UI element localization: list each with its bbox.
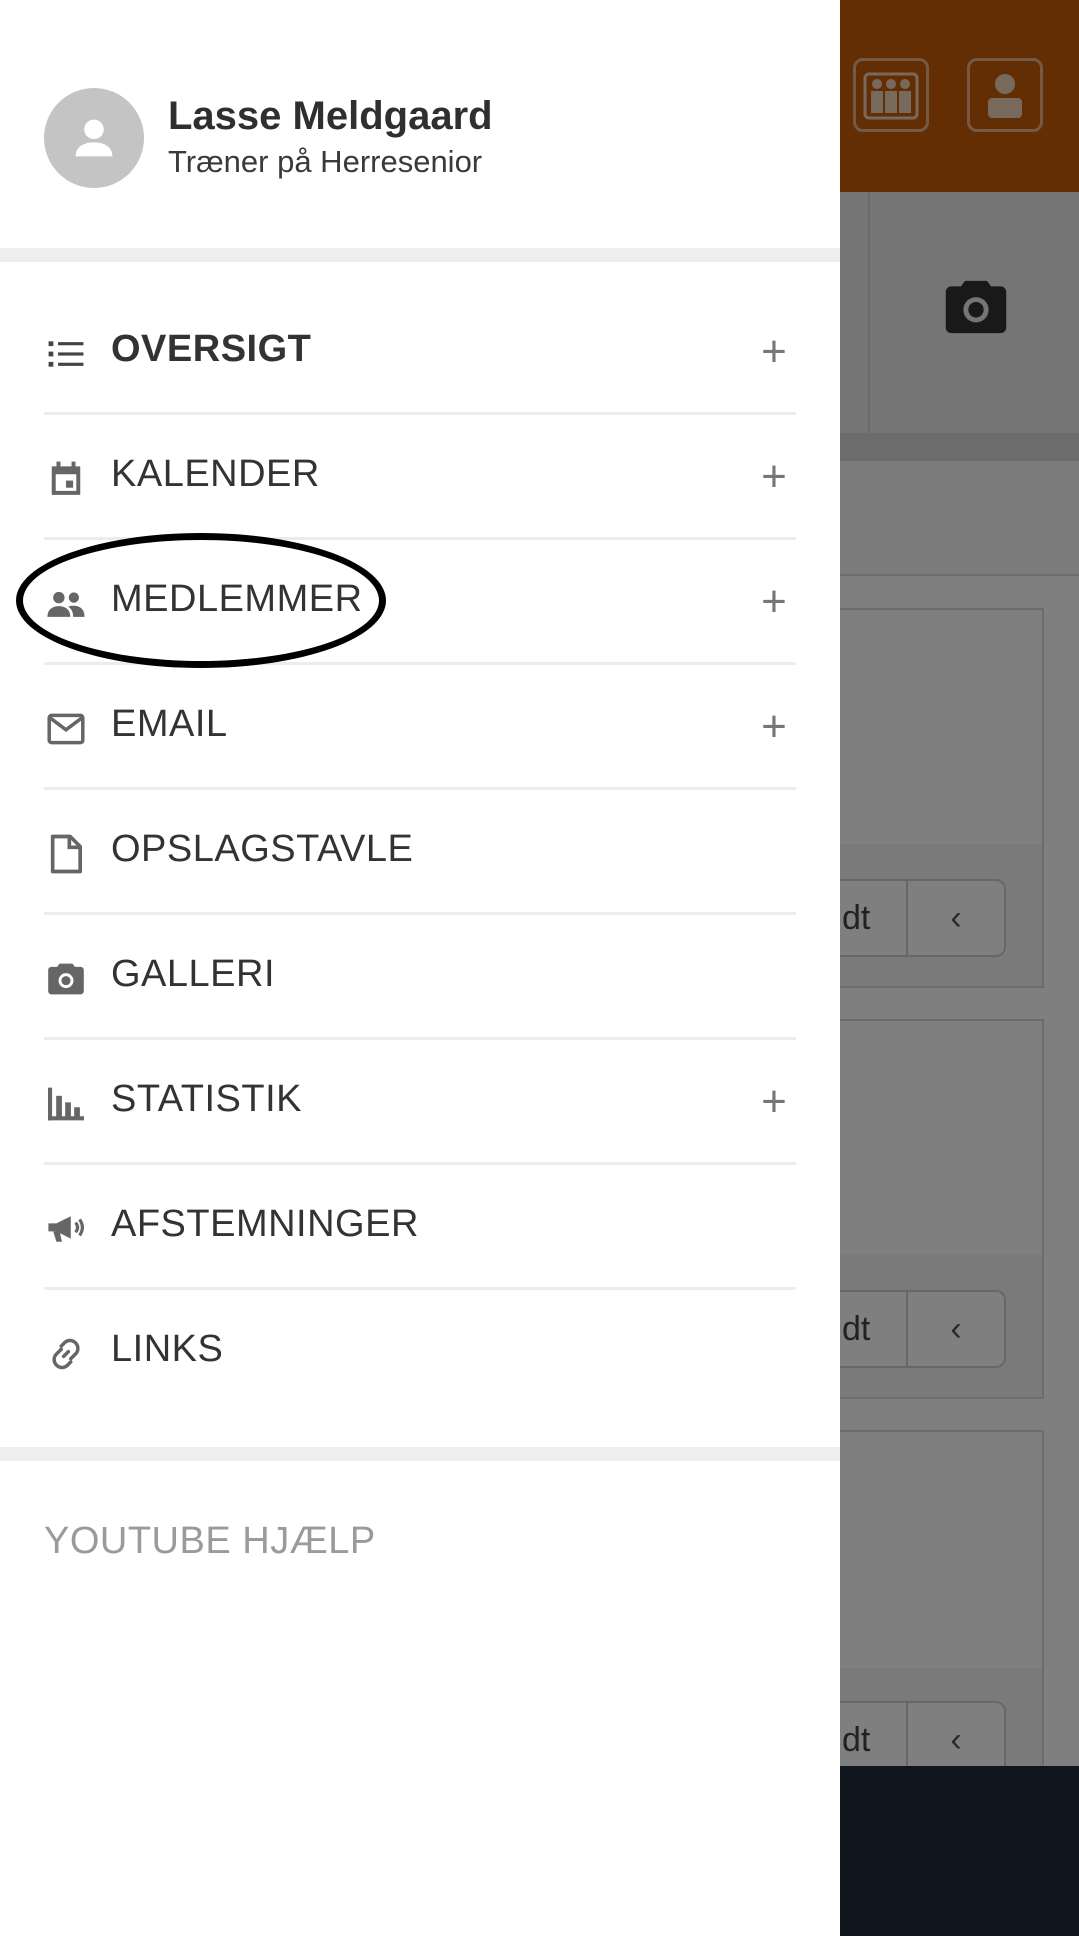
document-icon [46, 834, 86, 874]
menu-item-label: OVERSIGT [111, 328, 312, 370]
menu-item-label: GALLERI [111, 953, 276, 995]
section-divider [0, 248, 840, 262]
expand-plus-icon[interactable]: + [752, 330, 796, 374]
menu-item-label: STATISTIK [111, 1078, 302, 1120]
expand-plus-icon[interactable]: + [752, 1080, 796, 1124]
menu-item-email[interactable]: EMAIL + [0, 665, 840, 790]
user-name: Lasse Meldgaard [168, 94, 493, 138]
calendar-icon [46, 459, 86, 499]
menu-item-label: KALENDER [111, 453, 320, 495]
menu-item-label: EMAIL [111, 703, 228, 745]
menu-item-statistik[interactable]: STATISTIK + [0, 1040, 840, 1165]
section-divider [0, 1447, 840, 1461]
menu-item-label: LINKS [111, 1328, 224, 1370]
expand-plus-icon[interactable]: + [752, 455, 796, 499]
megaphone-icon [46, 1209, 86, 1249]
highlight-ellipse [16, 533, 386, 668]
menu-item-galleri[interactable]: GALLERI [0, 915, 840, 1040]
drawer-menu: OVERSIGT + KALENDER + MEDLEMMER + EMAIL … [0, 290, 840, 1410]
expand-plus-icon[interactable]: + [752, 580, 796, 624]
youtube-help-link[interactable]: YOUTUBE HJÆLP [44, 1520, 376, 1563]
navigation-drawer: Lasse Meldgaard Træner på Herresenior OV… [0, 0, 840, 1936]
drawer-header: Lasse Meldgaard Træner på Herresenior [0, 0, 840, 248]
list-icon [46, 334, 86, 374]
envelope-icon [46, 709, 86, 749]
camera-icon [46, 959, 86, 999]
menu-item-label: AFSTEMNINGER [111, 1203, 419, 1245]
menu-item-links[interactable]: LINKS [0, 1290, 840, 1410]
menu-item-kalender[interactable]: KALENDER + [0, 415, 840, 540]
link-icon [46, 1334, 86, 1374]
menu-item-afstemninger[interactable]: AFSTEMNINGER [0, 1165, 840, 1290]
user-role: Træner på Herresenior [168, 144, 483, 179]
menu-item-oversigt[interactable]: OVERSIGT + [0, 290, 840, 415]
expand-plus-icon[interactable]: + [752, 705, 796, 749]
bar-chart-icon [46, 1084, 86, 1124]
avatar[interactable] [44, 88, 144, 188]
menu-item-label: OPSLAGSTAVLE [111, 828, 414, 870]
person-icon [75, 119, 113, 157]
menu-item-opslagstavle[interactable]: OPSLAGSTAVLE [0, 790, 840, 915]
